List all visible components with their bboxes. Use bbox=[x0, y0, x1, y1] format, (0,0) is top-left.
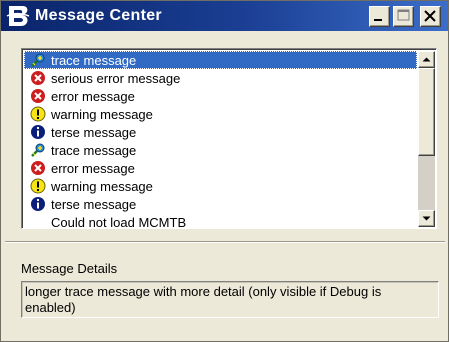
info-icon bbox=[30, 124, 46, 140]
minimize-icon bbox=[374, 19, 382, 21]
list-item-label: trace message bbox=[51, 52, 137, 68]
close-button[interactable] bbox=[420, 6, 441, 27]
divider bbox=[5, 241, 445, 243]
message-details-text: longer trace message with more detail (o… bbox=[21, 281, 439, 318]
error-icon bbox=[30, 70, 46, 86]
trace-icon bbox=[30, 52, 46, 68]
list-item[interactable]: warning message bbox=[24, 105, 417, 123]
scroll-down-button[interactable] bbox=[418, 210, 435, 227]
list-item-label: terse message bbox=[51, 124, 137, 140]
list-item[interactable]: warning message bbox=[24, 177, 417, 195]
scroll-track[interactable] bbox=[418, 156, 435, 210]
list-item-label: terse message bbox=[51, 196, 137, 212]
message-details-label: Message Details bbox=[21, 261, 118, 276]
window-title: Message Center bbox=[35, 7, 162, 24]
message-list-items: trace message serious error message error … bbox=[24, 51, 417, 228]
maximize-icon bbox=[397, 9, 410, 21]
trace-icon bbox=[30, 142, 46, 158]
warning-icon bbox=[30, 106, 46, 122]
list-item[interactable]: Could not load MCMTB bbox=[24, 213, 417, 229]
blank-icon bbox=[30, 214, 46, 228]
list-item[interactable]: trace message bbox=[24, 51, 417, 69]
list-item[interactable]: serious error message bbox=[24, 69, 417, 87]
scroll-thumb[interactable] bbox=[418, 68, 435, 156]
message-center-window: Message Center trace message serious erro… bbox=[0, 0, 449, 342]
info-icon bbox=[30, 196, 46, 212]
list-item-label: warning message bbox=[51, 106, 153, 122]
error-icon bbox=[30, 88, 46, 104]
error-icon bbox=[30, 160, 46, 176]
minimize-button[interactable] bbox=[369, 6, 390, 27]
list-item[interactable]: trace message bbox=[24, 141, 417, 159]
warning-icon bbox=[30, 178, 46, 194]
scroll-up-button[interactable] bbox=[418, 51, 435, 68]
list-item[interactable]: terse message bbox=[24, 195, 417, 213]
list-item[interactable]: error message bbox=[24, 159, 417, 177]
list-item-label: trace message bbox=[51, 142, 137, 158]
list-item-label: error message bbox=[51, 160, 135, 176]
close-icon bbox=[424, 10, 436, 22]
list-item-label: serious error message bbox=[51, 70, 181, 86]
list-item[interactable]: error message bbox=[24, 87, 417, 105]
app-logo-icon bbox=[6, 6, 30, 26]
list-item[interactable]: terse message bbox=[24, 123, 417, 141]
list-item-label: warning message bbox=[51, 178, 153, 194]
list-item-label: Could not load MCMTB bbox=[51, 214, 187, 229]
title-bar[interactable]: Message Center bbox=[1, 1, 448, 31]
arrow-up-icon bbox=[422, 57, 431, 62]
maximize-button[interactable] bbox=[393, 6, 414, 27]
vertical-scrollbar[interactable] bbox=[418, 51, 435, 227]
list-item-label: error message bbox=[51, 88, 135, 104]
message-list[interactable]: trace message serious error message error … bbox=[21, 48, 437, 229]
arrow-down-icon bbox=[422, 216, 431, 221]
